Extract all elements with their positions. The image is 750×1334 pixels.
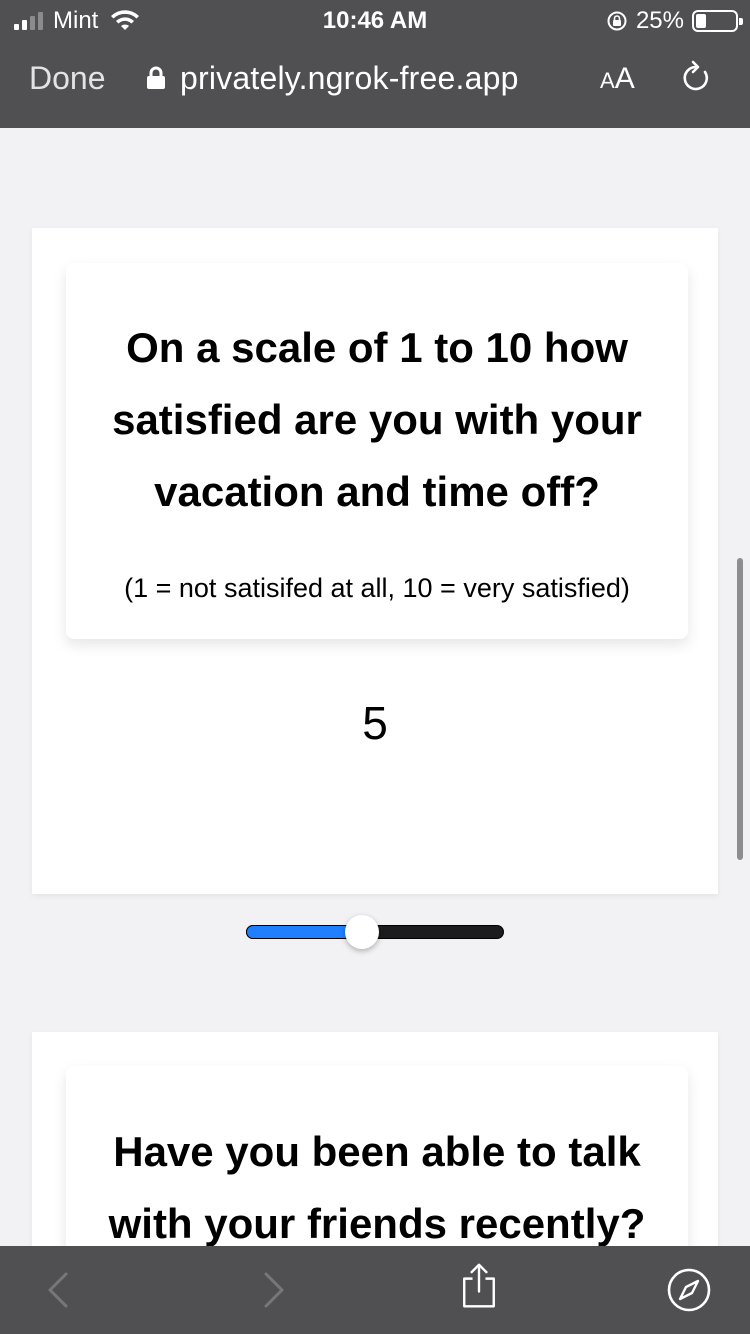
reader-options-button[interactable]: AA — [600, 62, 635, 96]
share-icon[interactable] — [455, 1262, 503, 1310]
url-bar: Done privately.ngrok-free.app AA — [0, 48, 750, 108]
reload-icon[interactable] — [678, 60, 714, 96]
forward-icon[interactable] — [248, 1266, 296, 1314]
url-text: privately.ngrok-free.app — [180, 59, 519, 96]
status-right: 25% — [606, 6, 743, 36]
question-title: On a scale of 1 to 10 how satisfied are … — [112, 324, 642, 515]
reader-label-large: A — [614, 62, 635, 95]
rotation-lock-icon — [607, 11, 627, 31]
question-card: On a scale of 1 to 10 how satisfied are … — [32, 228, 718, 949]
satisfaction-slider[interactable] — [246, 915, 504, 949]
question-box: On a scale of 1 to 10 how satisfied are … — [66, 263, 688, 639]
reader-label-small: A — [600, 68, 615, 93]
battery-icon — [692, 10, 743, 32]
status-bar: Mint 10:46 AM 25% — [0, 0, 750, 42]
safari-compass-icon[interactable] — [665, 1266, 713, 1314]
padlock-icon — [147, 66, 165, 89]
browser-toolbar — [0, 1246, 750, 1334]
question-title: Have you been able to talk with your fri… — [108, 1128, 646, 1246]
question-card: Have you been able to talk with your fri… — [32, 1032, 718, 1246]
address-field[interactable]: privately.ngrok-free.app — [146, 58, 519, 98]
browser-chrome-top: Mint 10:46 AM 25% Done privately.ngrok-f… — [0, 0, 750, 128]
scroll-indicator[interactable] — [737, 558, 743, 860]
done-button[interactable]: Done — [29, 60, 106, 97]
battery-percent: 25% — [635, 7, 684, 34]
question-box: Have you been able to talk with your fri… — [66, 1066, 688, 1246]
web-page: On a scale of 1 to 10 how satisfied are … — [0, 128, 750, 1246]
back-icon[interactable] — [36, 1266, 84, 1314]
slider-thumb[interactable] — [345, 915, 379, 949]
question-hint: (1 = not satisifed at all, 10 = very sat… — [124, 573, 630, 603]
slider-value-label: 5 — [362, 697, 388, 749]
